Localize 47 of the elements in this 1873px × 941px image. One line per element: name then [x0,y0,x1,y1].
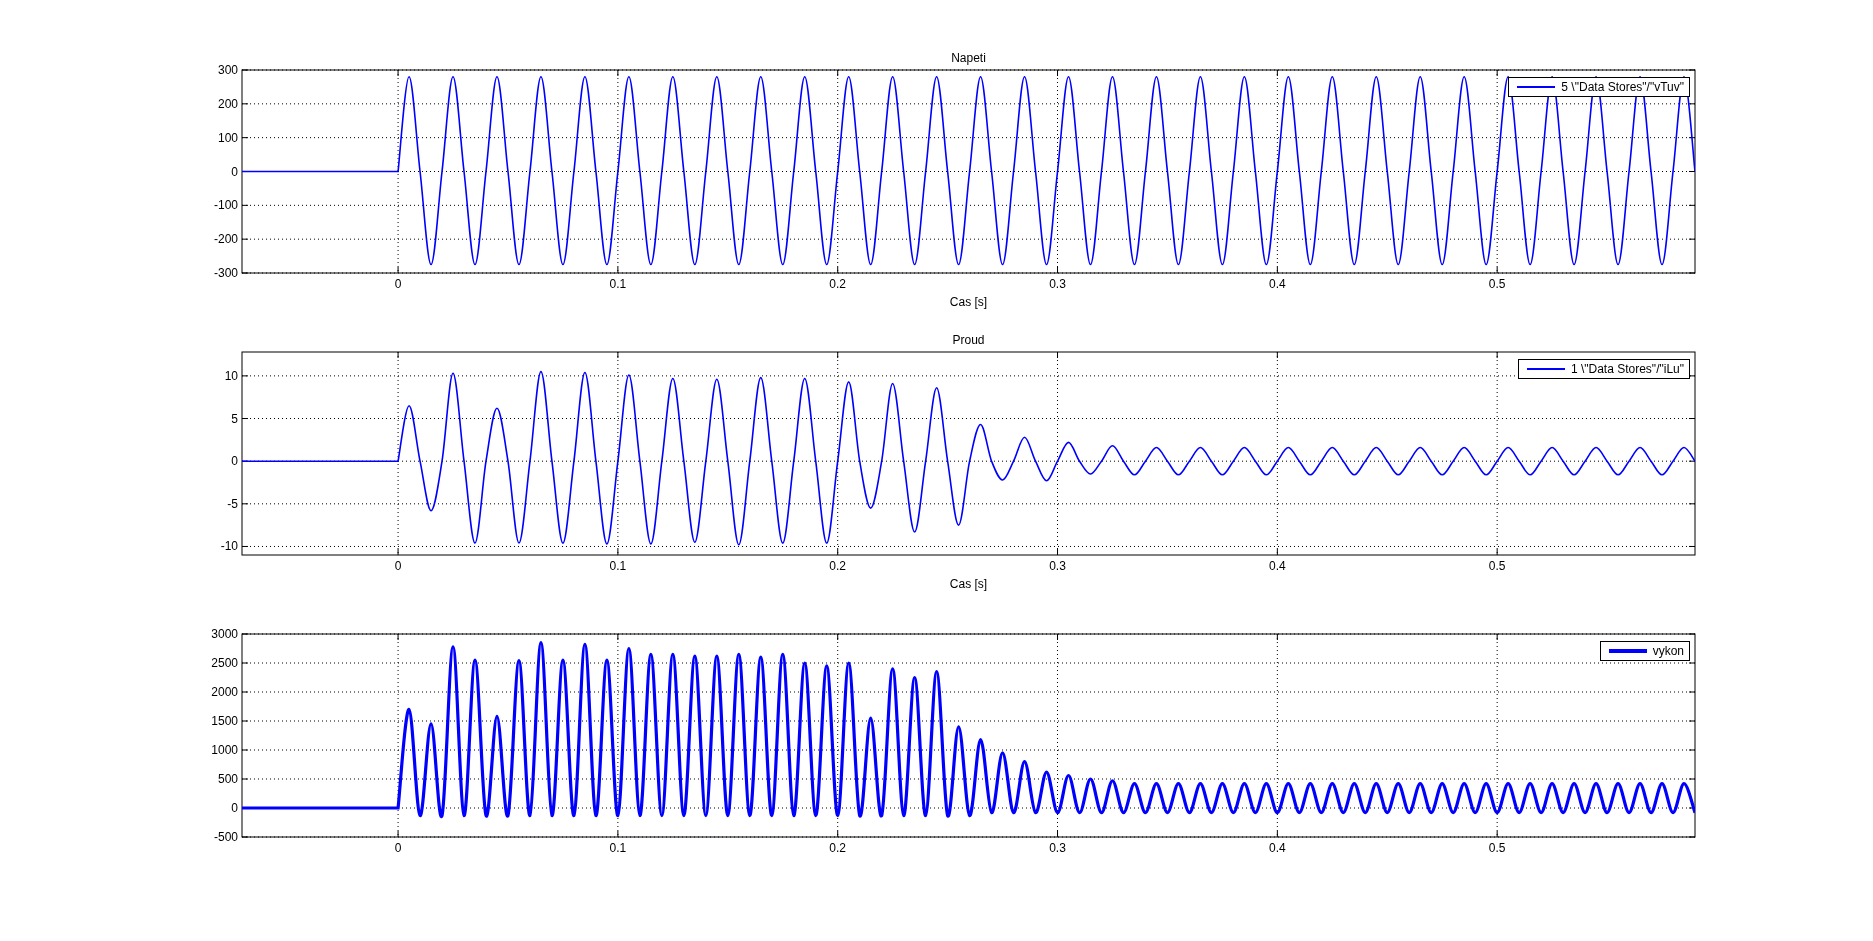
axis-tick-label: 0.3 [1049,841,1066,855]
axis-tick-label: 10 [224,368,238,383]
axis-tick-label: 0.3 [1049,277,1066,291]
axis-tick-label: 0.5 [1488,841,1506,855]
axis-tick-label: 0.3 [1049,559,1066,573]
axis-tick-label: 1000 [211,743,238,757]
axis-tick-label: 0 [231,164,238,179]
axis-tick-label: 100 [217,130,238,145]
axis-tick-label: 200 [217,96,238,111]
axis-tick-label: 3000 [211,627,238,641]
axis-tick-label: 0.5 [1488,277,1506,291]
axis-tick-label: 2000 [211,685,238,699]
axis-tick-label: 0 [231,801,238,815]
chart-title: Proud [952,333,985,347]
axis-tick-label: -300 [213,266,238,280]
legend-label: 1 \"Data Stores"/"iLu" [1570,362,1684,376]
axis-tick-label: 5 [231,411,238,426]
axis-tick-label: 0 [231,454,238,469]
axis-tick-label: 0.2 [829,841,847,855]
axis-tick-label: -5 [227,496,238,511]
legend-label: 5 \"Data Stores"/"vTuv" [1561,80,1684,94]
axis-tick-label: 0 [394,277,402,291]
axis-tick-label: 0.1 [609,559,627,573]
chart-title: Napeti [951,51,986,65]
axis-tick-label: 1500 [211,714,238,728]
legend-label: vykon [1652,644,1684,658]
axis-tick-label: 0.4 [1269,277,1286,291]
axis-tick-label: 0.1 [609,841,627,855]
axis-tick-label: -10 [220,539,238,554]
axis-tick-label: 0 [394,841,402,855]
axis-tick-label: -200 [213,232,238,247]
axis-label: Cas [s] [949,295,988,309]
axis-tick-label: 0.1 [609,277,627,291]
axis-tick-label: 0.2 [829,559,847,573]
axis-tick-label: 500 [217,772,238,786]
axis-tick-label: 0 [394,559,402,573]
axis-label: Cas [s] [949,577,988,591]
axis-tick-label: 2500 [211,656,238,670]
axis-tick-label: 0.5 [1488,559,1506,573]
legend-line-icon [1526,368,1565,370]
legend-line-icon [1517,86,1556,88]
axis-tick-label: 0.4 [1269,559,1286,573]
axis-tick-label: -100 [213,198,238,213]
axis-tick-label: 300 [217,63,238,77]
axis-tick-label: 0.4 [1269,841,1286,855]
axis-tick-label: -500 [213,830,238,844]
axis-tick-label: 0.2 [829,277,847,291]
